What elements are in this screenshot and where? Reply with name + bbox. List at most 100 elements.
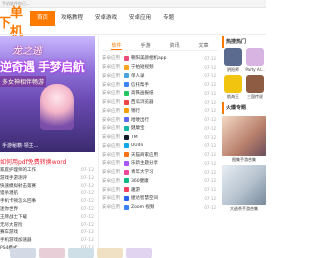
app-row[interactable]: 安卓应用 朝阳美颜相机app 07-12	[102, 54, 216, 63]
news-row[interactable]: 手机卡顿怎么回事 07-12	[0, 198, 96, 206]
content-tabs: 软件 手游 资讯 文章	[102, 42, 218, 51]
app-category[interactable]: 安卓应用	[102, 55, 124, 61]
app-category[interactable]: 安卓应用	[102, 195, 124, 201]
app-category[interactable]: 安卓应用	[102, 204, 124, 210]
news-row[interactable]: 迷你世界 07-12	[0, 206, 96, 214]
app-category[interactable]: 安卓应用	[102, 117, 124, 123]
topics-header: 火爆专题	[222, 102, 266, 114]
news-row[interactable]: 猎杀潜航 07-12	[0, 190, 96, 198]
news-row[interactable]: 家庭护理师的工作 07-12	[0, 167, 96, 175]
app-category[interactable]: 安卓应用	[102, 82, 124, 88]
hot-game-tile[interactable]: 三国传说	[244, 75, 266, 100]
app-category[interactable]: 安卓应用	[102, 73, 124, 79]
app-row[interactable]: 安卓应用 捷达智慧空间 07-12	[102, 194, 216, 203]
news-row-date: 07-12	[80, 168, 94, 173]
app-icon	[124, 134, 129, 140]
thumbnail[interactable]	[10, 248, 36, 258]
thumbnail[interactable]	[97, 248, 123, 258]
nav-topics[interactable]: 专题	[157, 11, 180, 26]
app-category[interactable]: 安卓应用	[102, 169, 124, 175]
app-icon	[124, 117, 129, 123]
app-name: 趣游	[131, 187, 140, 193]
app-row[interactable]: 安卓应用 高铁画报纸 07-12	[102, 89, 216, 98]
app-row[interactable]: 安卓应用 乐新主题分享 07-12	[102, 159, 216, 168]
game-label: 三国传说	[247, 94, 263, 99]
news-row[interactable]: 无尽大冒险 07-12	[0, 222, 96, 230]
app-row[interactable]: 安卓应用 UUdn 07-12	[102, 142, 216, 151]
app-name: 天猫商家应用	[131, 152, 158, 158]
tab-articles[interactable]: 文章	[198, 42, 208, 50]
app-row[interactable]: 安卓应用 单人录 07-12	[102, 72, 216, 81]
nav-android-apps[interactable]: 安卓应用	[123, 11, 157, 26]
logo-part1: 下	[0, 15, 11, 31]
app-name: 乐新主题分享	[131, 161, 158, 167]
nav-guides[interactable]: 攻略教程	[55, 11, 89, 26]
main-nav: 首页 攻略教程 安卓游戏 安卓应用 专题	[30, 11, 180, 26]
app-category[interactable]: 安卓应用	[102, 64, 124, 70]
topic-card-image[interactable]	[222, 165, 266, 205]
app-category[interactable]: 安卓应用	[102, 143, 124, 149]
app-row[interactable]: 安卓应用 天猫商家应用 07-12	[102, 150, 216, 159]
news-headline[interactable]: 如何用pdf免费转换word	[0, 158, 96, 167]
hero-banner[interactable]: 龙之逃 逆奇遇 手梦启航 多女神相伴畅游 手游秘籍·领主...	[0, 36, 95, 152]
app-category[interactable]: 安卓应用	[102, 178, 124, 184]
nav-android-games[interactable]: 安卓游戏	[89, 11, 123, 26]
app-category[interactable]: 安卓应用	[102, 90, 124, 96]
site-logo[interactable]: 下 单机	[0, 6, 34, 40]
news-row[interactable]: 手机游戏加速器 07-12	[0, 237, 96, 245]
tab-news[interactable]: 资讯	[169, 42, 179, 50]
app-name: 信托帮手	[131, 82, 149, 88]
topic-card-caption[interactable]: 大逃杀手游合集	[222, 206, 266, 212]
app-row[interactable]: 安卓应用 趣游 07-12	[102, 185, 216, 194]
thumbnail[interactable]	[126, 248, 152, 258]
hot-game-tile[interactable]: 阴阳师	[222, 48, 244, 73]
thumbnail[interactable]	[68, 248, 94, 258]
app-date: 07-12	[204, 143, 216, 149]
news-row-title: 快速模拟射击第赛	[0, 183, 36, 189]
news-row[interactable]: 王牌战士下载 07-12	[0, 214, 96, 222]
app-row[interactable]: 安卓应用 360健康 07-12	[102, 177, 216, 186]
app-date: 07-12	[204, 187, 216, 193]
app-date: 07-12	[204, 99, 216, 105]
hot-game-tile[interactable]: Party Ar...	[244, 48, 266, 73]
news-row-date: 07-12	[80, 238, 94, 244]
hot-game-tile[interactable]: 航海王	[222, 75, 244, 100]
news-row[interactable]: 游戏手游测评 07-12	[0, 175, 96, 183]
tab-software[interactable]: 软件	[111, 42, 122, 50]
app-category[interactable]: 安卓应用	[102, 134, 124, 140]
app-name: 高铁画报纸	[131, 91, 154, 97]
thumbnail[interactable]	[39, 248, 65, 258]
news-row-title: 游戏手游测评	[0, 175, 27, 181]
app-category[interactable]: 安卓应用	[102, 99, 124, 105]
app-row[interactable]: 安卓应用 锦行 07-12	[102, 107, 216, 116]
app-row[interactable]: 安卓应用 西瓜浏览器 07-12	[102, 98, 216, 107]
app-date: 07-12	[204, 134, 216, 140]
news-row[interactable]: 赛车游戏 07-12	[0, 229, 96, 237]
app-name: 朝阳美颜相机app	[131, 56, 167, 62]
app-category[interactable]: 安卓应用	[102, 125, 124, 131]
nav-home[interactable]: 首页	[30, 11, 56, 26]
app-row[interactable]: 安卓应用 Zoom 视频 07-12	[102, 203, 216, 212]
game-label: Party Ar...	[245, 67, 265, 72]
header-divider	[0, 34, 266, 35]
game-label: 阴阳师	[227, 67, 239, 72]
app-icon	[124, 169, 129, 175]
app-icon	[124, 55, 129, 61]
topic-card-image[interactable]	[222, 116, 266, 156]
banner-title: 龙之逃	[12, 46, 42, 57]
app-row[interactable]: 安卓应用 健康宝 07-12	[102, 124, 216, 133]
app-row[interactable]: 安卓应用 宁拍短视频 07-12	[102, 63, 216, 72]
app-row[interactable]: 安卓应用 哈喽出行 07-12	[102, 115, 216, 124]
app-name: 360健康	[131, 178, 149, 184]
app-name: 捷达智慧空间	[131, 196, 158, 202]
app-category[interactable]: 安卓应用	[102, 152, 124, 158]
news-row[interactable]: 快速模拟射击第赛 07-12	[0, 183, 96, 191]
topic-card-caption[interactable]: 图集手游合集	[222, 157, 266, 163]
app-category[interactable]: 安卓应用	[102, 160, 124, 166]
app-row[interactable]: 安卓应用 青年大学习 07-12	[102, 168, 216, 177]
app-category[interactable]: 安卓应用	[102, 187, 124, 193]
app-category[interactable]: 安卓应用	[102, 108, 124, 114]
app-row[interactable]: 安卓应用 TM 07-12	[102, 133, 216, 142]
tab-games[interactable]: 手游	[140, 42, 150, 50]
app-row[interactable]: 安卓应用 信托帮手 07-12	[102, 80, 216, 89]
